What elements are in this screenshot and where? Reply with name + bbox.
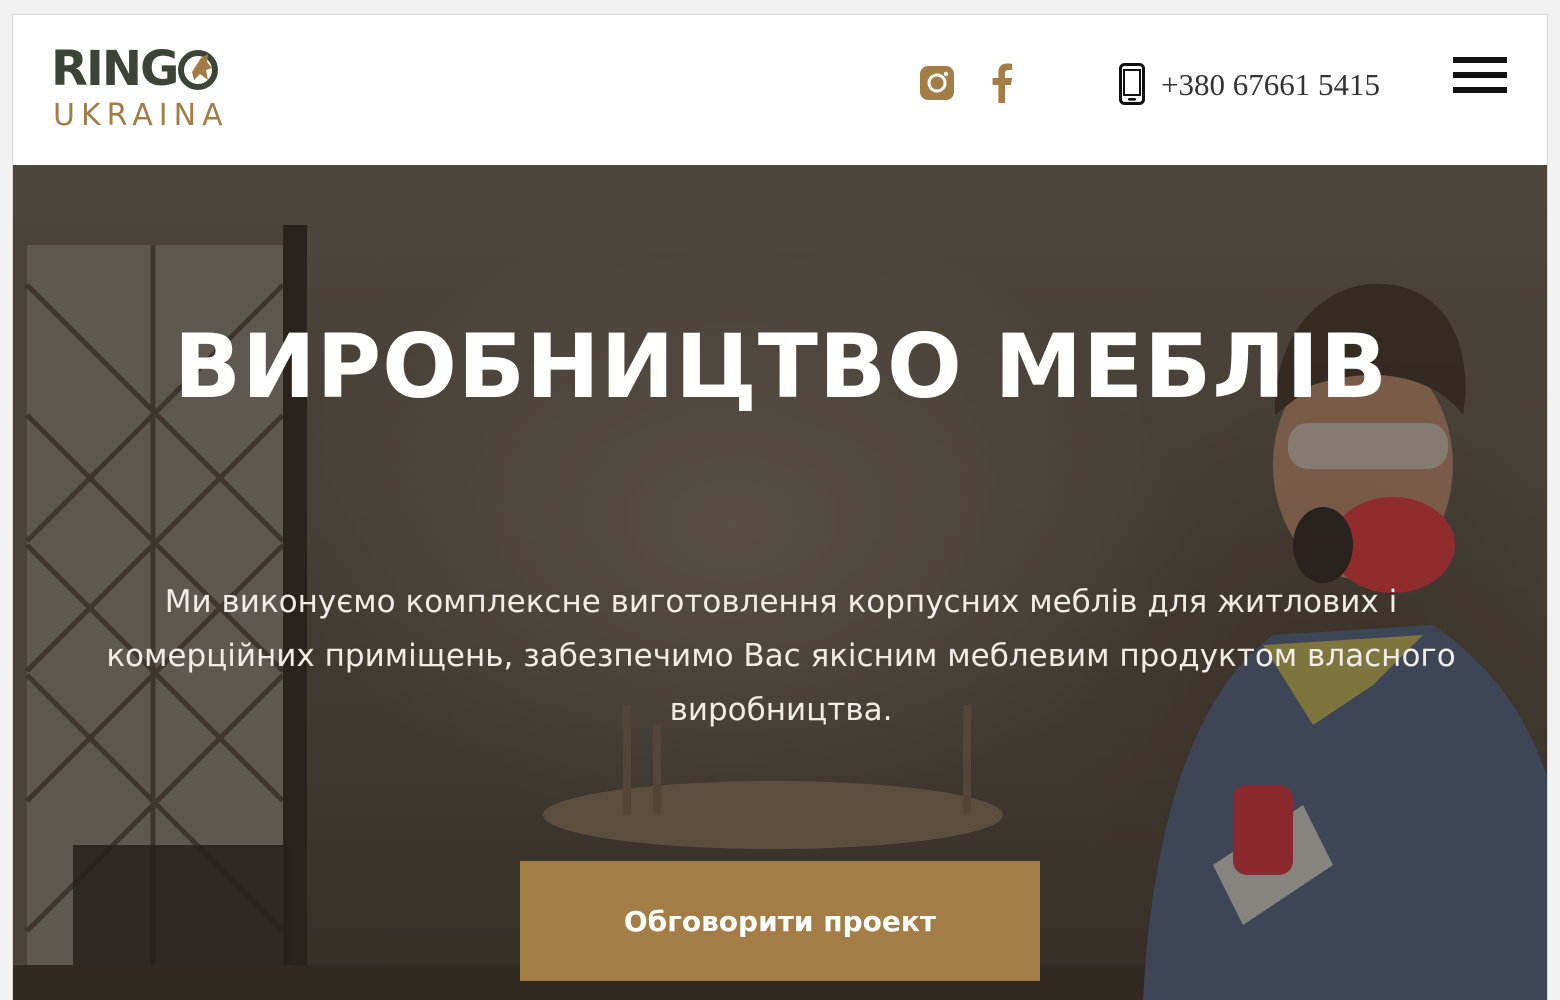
hamburger-menu-icon[interactable]	[1453, 57, 1507, 99]
site-header: RING UKRAINA +380 67661 5415	[13, 15, 1547, 165]
logo-subtitle: UKRAINA	[53, 98, 229, 133]
logo-o-mark	[178, 50, 219, 90]
instagram-icon	[920, 66, 954, 100]
instagram-link[interactable]	[917, 63, 957, 103]
facebook-icon	[992, 63, 1013, 103]
facebook-link[interactable]	[981, 63, 1021, 103]
logo-wordmark: RING	[51, 45, 219, 93]
phone-contact: +380 67661 5415	[1117, 59, 1380, 109]
hero-title: ВИРОБНИЦТВО МЕБЛІВ	[173, 315, 1389, 418]
brand-logo[interactable]: RING UKRAINA	[51, 45, 261, 137]
discuss-project-button[interactable]: Обговорити проект	[520, 861, 1040, 981]
browser-viewport: RING UKRAINA +380 67661 5415 ВИРОБНИЦТВО…	[12, 14, 1548, 1000]
hero-description: Ми виконуємо комплексне виготовлення кор…	[106, 584, 1456, 728]
mobile-phone-icon	[1117, 61, 1147, 107]
hero-section: ВИРОБНИЦТВО МЕБЛІВ Ми виконуємо комплекс…	[13, 165, 1547, 1000]
phone-number-link[interactable]: +380 67661 5415	[1161, 69, 1380, 100]
